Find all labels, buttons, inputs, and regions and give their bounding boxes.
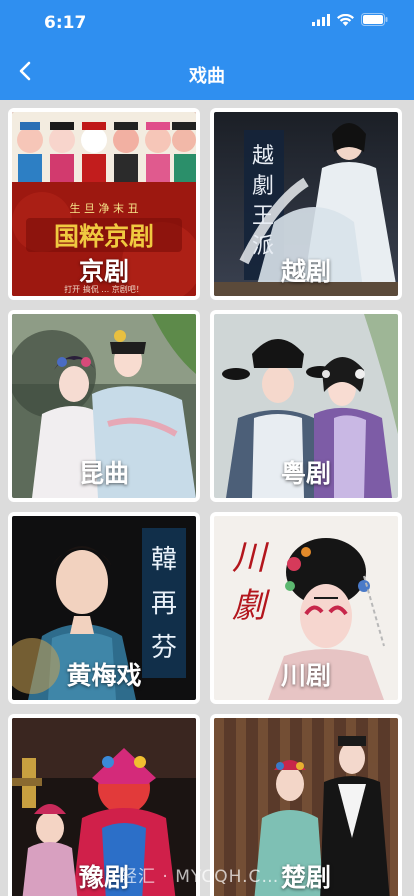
opera-card-yueju[interactable]: 越劇王派 越剧 xyxy=(210,108,402,300)
status-time: 6:17 xyxy=(44,13,87,33)
jingju-sub-caption: 生 旦 净 末 丑 xyxy=(70,201,139,215)
huangmeixi-caption: 韓再芬 xyxy=(151,545,178,663)
app-header: 6:17 戏曲 xyxy=(0,0,414,100)
card-label: 越剧 xyxy=(280,257,331,286)
card-label: 黄梅戏 xyxy=(66,661,142,690)
opera-card-yueju-cantonese[interactable]: 粤剧 xyxy=(210,310,402,502)
signal-icon xyxy=(312,13,330,31)
jingju-caption: 国粹京剧 xyxy=(54,222,154,251)
opera-card-kunqu[interactable]: 昆曲 xyxy=(8,310,200,502)
jingju-image: 生 旦 净 末 丑 国粹京剧 打开 搞侃 … 京剧吧！ 京剧 xyxy=(12,112,196,296)
opera-card-huangmeixi[interactable]: 韓再芬 黄梅戏 xyxy=(8,512,200,704)
card-label: 昆曲 xyxy=(78,459,129,488)
status-bar: 6:17 xyxy=(0,0,414,46)
yueju-caption: 越劇王派 xyxy=(252,144,275,259)
opera-card-jingju[interactable]: 生 旦 净 末 丑 国粹京剧 打开 搞侃 … 京剧吧！ 京剧 xyxy=(8,108,200,300)
opera-grid: 生 旦 净 末 丑 国粹京剧 打开 搞侃 … 京剧吧！ 京剧 越劇王派 越剧 昆… xyxy=(0,100,414,896)
yueju-cantonese-image: 粤剧 xyxy=(214,314,398,498)
watermark: 轻汇 · MYCQH.C… xyxy=(120,867,280,887)
page-title: 戏曲 xyxy=(189,66,225,87)
huangmeixi-image: 韓再芬 黄梅戏 xyxy=(12,516,196,700)
navigation-bar: 戏曲 xyxy=(0,46,414,100)
chuanju-caption: 川劇 xyxy=(232,538,266,626)
yueju-image: 越劇王派 越剧 xyxy=(214,112,398,296)
opera-card-chuanju[interactable]: 川劇 川剧 xyxy=(210,512,402,704)
card-label: 京剧 xyxy=(78,257,129,286)
status-icons xyxy=(312,13,388,31)
card-label: 粤剧 xyxy=(280,459,331,488)
chuanju-image: 川劇 川剧 xyxy=(214,516,398,700)
wifi-icon xyxy=(337,13,354,31)
battery-icon xyxy=(361,13,388,31)
kunqu-image: 昆曲 xyxy=(12,314,196,498)
card-label: 川剧 xyxy=(280,661,331,690)
